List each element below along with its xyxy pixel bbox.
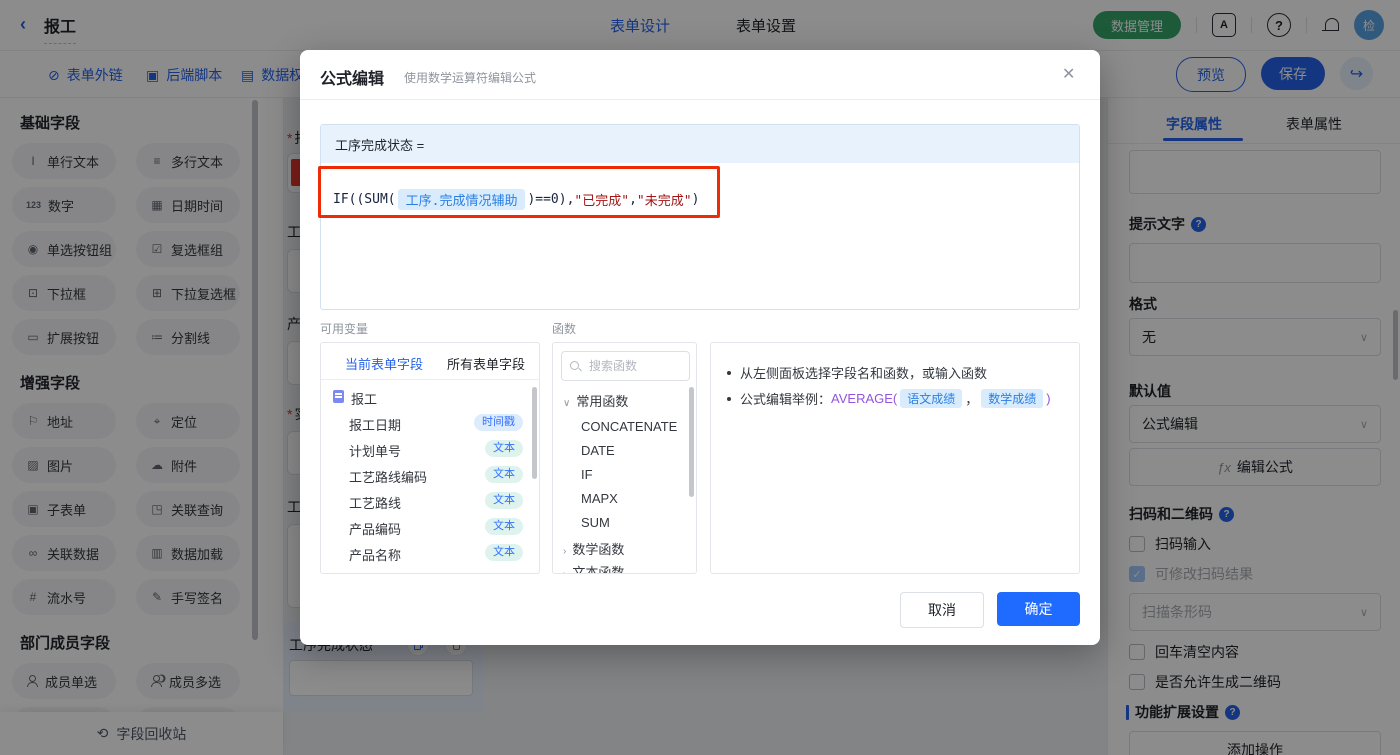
code-text: IF((SUM(: [333, 192, 396, 207]
type-badge: 文本: [485, 492, 523, 509]
code-string: "未完成": [636, 194, 692, 209]
cancel-button[interactable]: 取消: [900, 592, 984, 628]
example-close-paren: ): [1046, 391, 1051, 406]
close-icon[interactable]: ✕: [1062, 64, 1075, 84]
variable-item[interactable]: 产品名称: [349, 545, 401, 564]
confirm-button[interactable]: 确定: [997, 592, 1080, 626]
divider: [300, 99, 1100, 100]
tip-line-1: 从左侧面板选择字段名和函数，或输入函数: [727, 363, 987, 382]
search-input[interactable]: [587, 358, 671, 374]
function-group-math[interactable]: › 数学函数: [563, 539, 624, 558]
bullet-icon: [727, 396, 731, 401]
modal-subtitle: 使用数学运算符编辑公式: [404, 71, 537, 85]
tab-all-form-fields[interactable]: 所有表单字段: [447, 354, 525, 373]
functions-scrollbar[interactable]: [689, 387, 694, 497]
function-group-text[interactable]: ›文本函数: [563, 562, 624, 573]
functions-label: 函数: [552, 322, 577, 336]
example-field-chip: 语文成绩: [900, 389, 963, 408]
variable-item[interactable]: 计划单号: [349, 441, 401, 460]
divider: [321, 379, 539, 380]
function-item[interactable]: SUM: [581, 515, 610, 530]
code-string: "已完成": [574, 194, 630, 209]
tab-current-form-fields[interactable]: 当前表单字段: [345, 354, 423, 373]
variable-item[interactable]: 工艺路线编码: [349, 467, 427, 486]
function-search[interactable]: [561, 351, 690, 381]
type-badge: 文本: [485, 518, 523, 535]
function-item[interactable]: MAPX: [581, 491, 618, 506]
variables-panel: 当前表单字段 所有表单字段 报工 报工日期 时间戳 计划单号 文本 工艺路线编码…: [320, 342, 540, 574]
search-icon: [570, 360, 581, 372]
variable-item[interactable]: 工艺路线: [349, 493, 401, 512]
variables-scrollbar[interactable]: [532, 387, 537, 479]
code-text: ): [691, 192, 700, 207]
chevron-right-icon: ›: [563, 569, 566, 573]
type-badge: 文本: [485, 544, 523, 561]
type-badge: 文本: [485, 440, 523, 457]
tips-panel: 从左侧面板选择字段名和函数，或输入函数 公式编辑举例： AVERAGE(语文成绩，…: [710, 342, 1080, 574]
code-text: )==0),: [527, 192, 575, 207]
code-text: ,: [629, 192, 637, 207]
chevron-right-icon: ›: [563, 546, 567, 557]
field-chip[interactable]: 工序.完成情况辅助: [397, 189, 526, 210]
modal-title: 公式编辑: [320, 71, 385, 88]
function-item[interactable]: CONCATENATE: [581, 419, 677, 434]
type-badge: 时间戳: [474, 414, 523, 431]
function-item[interactable]: DATE: [581, 443, 615, 458]
bullet-icon: [727, 370, 731, 375]
example-field-chip: 数学成绩: [981, 389, 1044, 408]
formula-editor-modal: 公式编辑 使用数学运算符编辑公式 ✕ 工序完成状态 = IF((SUM(工序.完…: [300, 50, 1100, 645]
type-badge: 文本: [485, 466, 523, 483]
function-item[interactable]: IF: [581, 467, 593, 482]
app-screen: ‹ 报工 表单设计 表单设置 数据管理 A ? 检 ⊘ 表单外链 ▣ 后端脚本 …: [0, 0, 1400, 755]
functions-panel: ∨常用函数 CONCATENATE DATE IF MAPX SUM ›数学函数…: [552, 342, 697, 574]
variable-item[interactable]: 产品编码: [349, 519, 401, 538]
form-doc-icon: [333, 390, 344, 403]
function-group-common[interactable]: ∨ 常用函数: [563, 391, 628, 410]
variable-item[interactable]: 报工日期: [349, 415, 401, 434]
formula-target: 工序完成状态 =: [321, 125, 1079, 163]
formula-code-editor[interactable]: IF((SUM(工序.完成情况辅助)==0), "已完成", "未完成"): [333, 189, 699, 210]
formula-box: 工序完成状态 = IF((SUM(工序.完成情况辅助)==0), "已完成", "未…: [320, 124, 1080, 310]
tip-line-2: 公式编辑举例： AVERAGE(语文成绩，数学成绩): [727, 389, 1051, 408]
chevron-down-icon: ∨: [563, 398, 571, 409]
variables-label: 可用变量: [320, 322, 369, 336]
example-function-name: AVERAGE(: [831, 391, 898, 406]
variable-root[interactable]: 报工: [351, 389, 377, 408]
